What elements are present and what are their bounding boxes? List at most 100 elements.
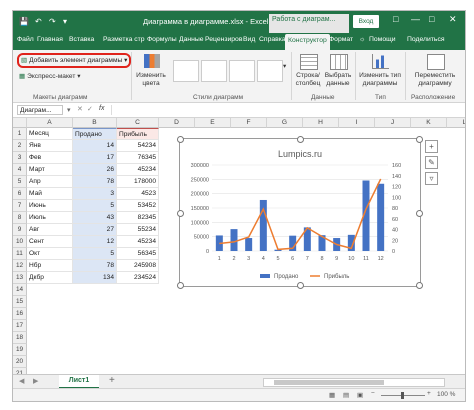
column-header[interactable]: L bbox=[447, 118, 465, 128]
zoom-level[interactable]: 100 % bbox=[437, 391, 455, 398]
column-header[interactable]: D bbox=[159, 118, 195, 128]
column-header[interactable]: C bbox=[117, 118, 159, 128]
chart-style-1[interactable] bbox=[173, 60, 199, 82]
quick-layout-button[interactable]: ▦ Экспресс-макет ▾ bbox=[19, 72, 81, 80]
maximize-icon[interactable]: □ bbox=[429, 14, 434, 24]
column-header[interactable]: K bbox=[411, 118, 447, 128]
table-cell[interactable]: 5 bbox=[73, 248, 117, 260]
bar-sold[interactable] bbox=[245, 238, 253, 251]
resize-handle[interactable] bbox=[177, 136, 184, 143]
column-header[interactable]: I bbox=[339, 118, 375, 128]
table-cell[interactable]: Июль bbox=[27, 212, 73, 224]
row-header[interactable]: 13 bbox=[13, 272, 27, 284]
change-colors-button[interactable]: Изменить цвета bbox=[135, 52, 167, 92]
column-header[interactable]: J bbox=[375, 118, 411, 128]
chart-legend[interactable]: Продано Прибыль bbox=[260, 274, 349, 280]
table-header-cell[interactable]: Продано bbox=[73, 128, 117, 140]
row-header[interactable]: 2 bbox=[13, 140, 27, 152]
column-header[interactable]: H bbox=[303, 118, 339, 128]
change-chart-type-button[interactable]: Изменить тип диаграммы bbox=[357, 52, 403, 92]
table-cell[interactable]: Март bbox=[27, 164, 73, 176]
table-cell[interactable]: 55234 bbox=[117, 224, 159, 236]
column-header[interactable]: B bbox=[73, 118, 117, 128]
move-chart-button[interactable]: Переместить диаграмму bbox=[407, 52, 463, 92]
chart-object[interactable]: Lumpics.ru 0 50000 100000 150000 200000 25000… bbox=[177, 136, 423, 289]
signin-button[interactable]: Вход bbox=[353, 15, 379, 28]
chart-elements-plus-icon[interactable]: + bbox=[425, 140, 438, 153]
customize-icon[interactable]: ▾ bbox=[63, 17, 67, 26]
row-header[interactable]: 14 bbox=[13, 284, 27, 296]
close-icon[interactable]: ✕ bbox=[449, 14, 457, 25]
select-all-corner[interactable] bbox=[13, 118, 27, 128]
row-header[interactable]: 5 bbox=[13, 176, 27, 188]
page-break-view-icon[interactable]: ▣ bbox=[357, 391, 363, 399]
share-button[interactable]: Поделиться bbox=[407, 36, 445, 43]
table-cell[interactable]: 43 bbox=[73, 212, 117, 224]
row-header[interactable]: 18 bbox=[13, 332, 27, 344]
column-header[interactable]: E bbox=[195, 118, 231, 128]
table-cell[interactable]: 27 bbox=[73, 224, 117, 236]
chart-styles-brush-icon[interactable]: ✎ bbox=[425, 156, 438, 169]
table-cell[interactable]: 245908 bbox=[117, 260, 159, 272]
table-header-cell[interactable]: Прибыль bbox=[117, 128, 159, 140]
tab-file[interactable]: Файл bbox=[17, 36, 34, 43]
chart-title[interactable]: Lumpics.ru bbox=[278, 149, 322, 159]
row-header[interactable]: 7 bbox=[13, 200, 27, 212]
resize-handle[interactable] bbox=[416, 136, 423, 143]
row-header[interactable]: 19 bbox=[13, 344, 27, 356]
styles-more-icon[interactable]: ▾ bbox=[283, 62, 286, 70]
save-icon[interactable]: 💾 bbox=[19, 17, 29, 26]
table-cell[interactable]: Июнь bbox=[27, 200, 73, 212]
row-header[interactable]: 11 bbox=[13, 248, 27, 260]
tab-page-layout[interactable]: Разметка стр bbox=[103, 36, 145, 43]
table-cell[interactable]: 178000 bbox=[117, 176, 159, 188]
horizontal-scrollbar[interactable] bbox=[263, 378, 445, 387]
row-header[interactable]: 12 bbox=[13, 260, 27, 272]
zoom-in-icon[interactable]: + bbox=[427, 390, 431, 397]
formula-input[interactable] bbox=[111, 105, 458, 115]
name-box[interactable]: Диаграм... bbox=[17, 105, 63, 115]
zoom-out-icon[interactable]: − bbox=[371, 390, 375, 397]
row-header[interactable]: 9 bbox=[13, 224, 27, 236]
table-cell[interactable]: 234524 bbox=[117, 272, 159, 284]
page-layout-view-icon[interactable]: ▤ bbox=[343, 391, 349, 399]
row-header[interactable]: 16 bbox=[13, 308, 27, 320]
table-cell[interactable]: Фев bbox=[27, 152, 73, 164]
cancel-icon[interactable]: ✕ bbox=[77, 105, 83, 113]
tab-data[interactable]: Данные bbox=[179, 36, 204, 43]
tab-insert[interactable]: Вставка bbox=[69, 36, 94, 43]
column-header[interactable]: A bbox=[27, 118, 73, 128]
switch-row-column-button[interactable]: Строка/ столбец bbox=[293, 52, 323, 92]
table-cell[interactable]: 5 bbox=[73, 200, 117, 212]
scroll-left-icon[interactable]: ◀ bbox=[19, 377, 24, 385]
resize-handle[interactable] bbox=[297, 136, 304, 143]
row-header[interactable]: 1 bbox=[13, 128, 27, 140]
resize-handle[interactable] bbox=[297, 282, 304, 289]
ribbon-options-icon[interactable]: □ bbox=[393, 14, 398, 24]
table-cell[interactable]: 14 bbox=[73, 140, 117, 152]
row-header[interactable]: 4 bbox=[13, 164, 27, 176]
scrollbar-thumb[interactable] bbox=[274, 380, 384, 385]
chart-style-2[interactable] bbox=[201, 60, 227, 82]
add-sheet-button[interactable]: + bbox=[109, 375, 115, 386]
series-line-profit[interactable] bbox=[219, 178, 382, 251]
table-cell[interactable]: 53452 bbox=[117, 200, 159, 212]
tab-view[interactable]: Вид bbox=[243, 36, 255, 43]
table-cell[interactable]: 76345 bbox=[117, 152, 159, 164]
name-box-dropdown-icon[interactable]: ▾ bbox=[67, 106, 71, 114]
bar-sold[interactable] bbox=[230, 229, 238, 251]
tab-design[interactable]: Конструктор bbox=[285, 34, 330, 50]
tab-tell-me[interactable]: Помощи bbox=[369, 36, 396, 43]
scroll-right-icon[interactable]: ▶ bbox=[33, 377, 38, 385]
row-header[interactable]: 8 bbox=[13, 212, 27, 224]
table-cell[interactable]: 78 bbox=[73, 260, 117, 272]
table-cell[interactable]: 54234 bbox=[117, 140, 159, 152]
table-cell[interactable]: 45234 bbox=[117, 164, 159, 176]
undo-icon[interactable]: ↶ bbox=[35, 17, 42, 26]
row-header[interactable]: 17 bbox=[13, 320, 27, 332]
resize-handle[interactable] bbox=[177, 210, 184, 217]
row-header[interactable]: 10 bbox=[13, 236, 27, 248]
column-header[interactable]: G bbox=[267, 118, 303, 128]
column-header[interactable]: F bbox=[231, 118, 267, 128]
table-cell[interactable]: 4523 bbox=[117, 188, 159, 200]
